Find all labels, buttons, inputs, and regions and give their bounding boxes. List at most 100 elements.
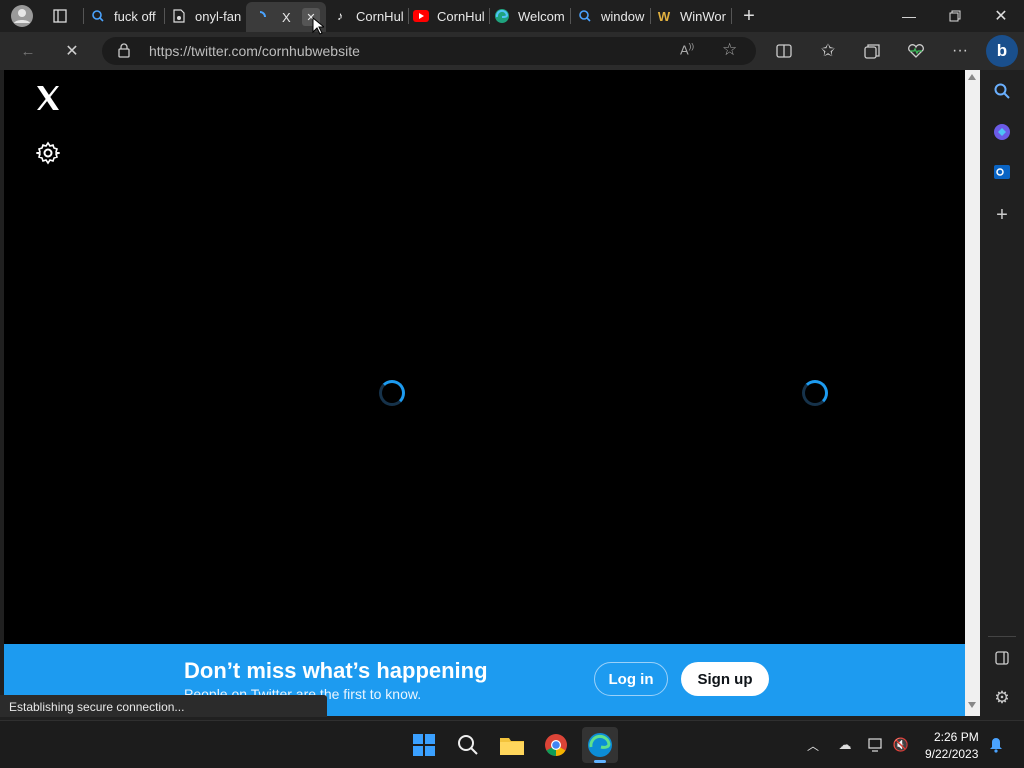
clock-time[interactable]: 2:26 PM (934, 730, 979, 744)
minimize-button[interactable]: — (886, 0, 932, 32)
mouse-cursor-icon (312, 16, 326, 40)
back-button[interactable]: ← (14, 37, 42, 65)
tab-label: CornHul (356, 8, 404, 24)
tab-label: window (601, 8, 645, 24)
folder-icon (500, 738, 524, 755)
scrollbar[interactable] (965, 70, 980, 716)
collections-button[interactable] (858, 37, 886, 65)
tab-strip: fuck off onyl-fan X ✕ ♪ CornHul CornHul … (0, 0, 1024, 32)
favorite-star-icon[interactable]: ☆ (722, 40, 737, 60)
search-icon (90, 8, 106, 24)
edge-taskbar-button[interactable] (582, 727, 618, 763)
tab-separator (83, 8, 84, 24)
tab-label: fuck off (114, 8, 156, 24)
url-text[interactable]: https://twitter.com/cornhubwebsite (149, 43, 360, 59)
onedrive-tray-icon[interactable]: ☁ (835, 735, 855, 755)
youtube-icon (413, 8, 429, 24)
loading-spinner (802, 380, 828, 406)
windows-taskbar: ︿ ☁ 🔇 2:26 PM 9/22/2023 (0, 720, 1024, 768)
avatar-icon (11, 5, 33, 27)
tab-3[interactable]: ♪ CornHul (332, 4, 404, 28)
edge-icon (588, 733, 612, 757)
tab-label: onyl-fan (195, 8, 242, 24)
show-hidden-icons-button[interactable]: ︿ (803, 735, 823, 755)
scroll-up-arrow-icon[interactable] (968, 74, 976, 80)
loading-spinner (379, 380, 405, 406)
sidebar-settings-button[interactable]: ⚙ (988, 684, 1016, 712)
start-button[interactable] (406, 727, 442, 763)
network-tray-icon[interactable] (866, 735, 886, 755)
login-button[interactable]: Log in (594, 662, 668, 696)
volume-muted-icon[interactable]: 🔇 (891, 735, 911, 755)
bing-chat-button[interactable]: b (986, 35, 1018, 67)
address-bar[interactable]: https://twitter.com/cornhubwebsite A)) ☆ (102, 37, 756, 65)
sidebar-outlook-button[interactable] (988, 158, 1016, 186)
taskbar-search-button[interactable] (450, 727, 486, 763)
settings-gear-icon[interactable] (34, 141, 62, 165)
tab-label: CornHul (437, 8, 485, 24)
gear-icon: ⚙ (994, 688, 1010, 707)
sidebar-divider (988, 636, 1016, 637)
restore-icon (949, 10, 961, 22)
tab-7[interactable]: W WinWor (656, 4, 728, 28)
tab-separator (731, 8, 732, 24)
back-arrow-icon: ← (20, 42, 36, 60)
winworld-icon: W (657, 8, 671, 24)
clock-date[interactable]: 9/22/2023 (925, 747, 978, 761)
browser-essentials-button[interactable] (902, 37, 930, 65)
tab-1[interactable]: onyl-fan (171, 4, 243, 28)
tab-separator (570, 8, 571, 24)
favorites-button[interactable]: ✩ (814, 37, 842, 65)
tab-0[interactable]: fuck off (90, 4, 160, 28)
new-tab-button[interactable]: + (737, 4, 761, 28)
browser-toolbar: ← ✕ https://twitter.com/cornhubwebsite A… (0, 32, 1024, 70)
outlook-icon (994, 165, 1010, 179)
more-icon: ··· (952, 42, 968, 59)
chrome-icon (545, 734, 567, 756)
search-icon (577, 8, 593, 24)
lock-icon (118, 43, 130, 63)
stop-loading-button[interactable]: ✕ (58, 37, 86, 65)
tab-separator (408, 8, 409, 24)
search-icon (458, 735, 478, 755)
loading-icon (252, 9, 268, 25)
read-aloud-icon[interactable]: A)) (680, 42, 694, 57)
settings-menu-button[interactable]: ··· (946, 37, 974, 65)
tab-actions-icon (53, 9, 67, 23)
tab-separator (650, 8, 651, 24)
tab-actions-button[interactable] (48, 4, 72, 28)
web-page: Don’t miss what’s happening People on Tw… (4, 70, 965, 716)
file-explorer-button[interactable] (494, 727, 530, 763)
sidebar-copilot-button[interactable] (988, 118, 1016, 146)
x-logo-icon[interactable] (34, 84, 62, 112)
stop-icon: ✕ (65, 43, 79, 60)
split-screen-icon (776, 44, 792, 58)
status-bar: Establishing secure connection... (0, 695, 327, 717)
hide-sidebar-button[interactable] (988, 644, 1016, 672)
scroll-down-arrow-icon[interactable] (968, 702, 976, 708)
windows-logo-icon (413, 734, 435, 756)
sidebar-toggle-icon (995, 651, 1009, 665)
close-window-button[interactable]: ✕ (978, 0, 1024, 32)
sidebar-add-button[interactable]: + (988, 201, 1016, 229)
tab-6[interactable]: window (577, 4, 645, 28)
search-icon (994, 83, 1010, 99)
tab-5[interactable]: Welcom (494, 4, 566, 28)
favorites-icon: ✩ (820, 41, 836, 60)
restore-button[interactable] (932, 0, 978, 32)
chrome-button[interactable] (538, 727, 574, 763)
close-icon: ✕ (994, 8, 1008, 25)
active-indicator (594, 760, 606, 763)
sidebar-search-button[interactable] (988, 77, 1016, 105)
signup-button[interactable]: Sign up (681, 662, 769, 696)
page-icon (171, 8, 187, 24)
tab-4[interactable]: CornHul (413, 4, 485, 28)
collections-icon (864, 44, 880, 59)
split-screen-button[interactable] (770, 37, 798, 65)
profile-avatar[interactable] (9, 4, 35, 28)
notification-bell-icon[interactable] (986, 735, 1006, 755)
tab-label: Welcom (518, 8, 565, 24)
edge-sidebar: + ⚙ (980, 70, 1024, 716)
tiktok-icon: ♪ (337, 9, 343, 23)
bing-icon: b (996, 41, 1008, 60)
